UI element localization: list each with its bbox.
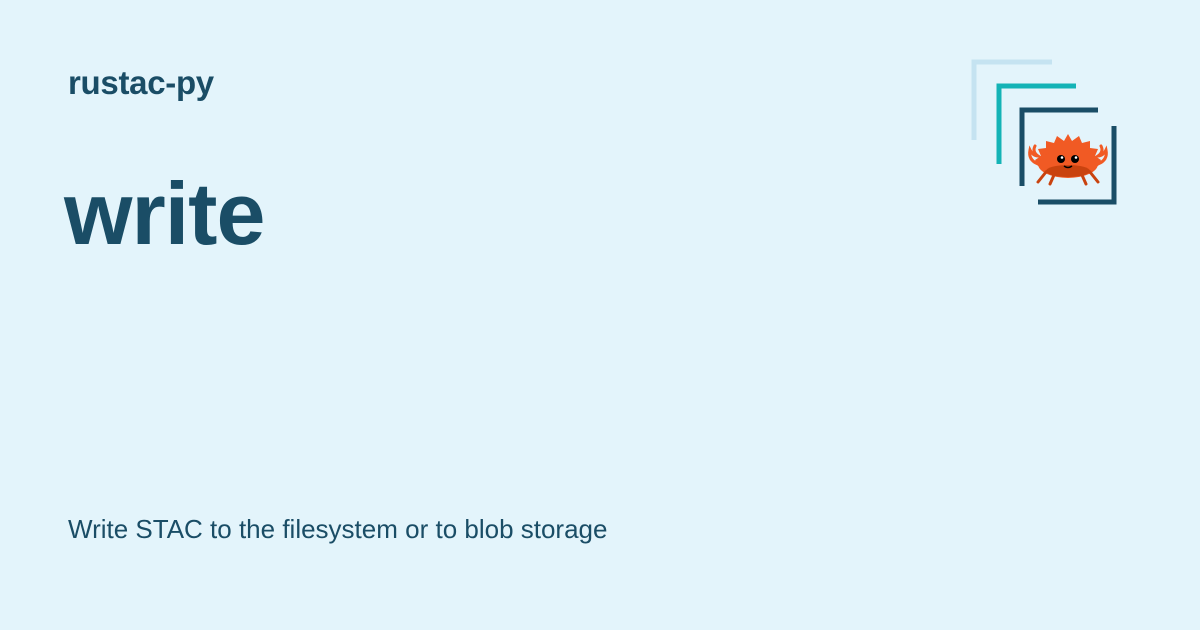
rustac-crab-logo-icon [971, 59, 1117, 205]
page-title: write [64, 164, 265, 263]
crab-icon [1028, 134, 1108, 186]
page-description: Write STAC to the filesystem or to blob … [68, 514, 608, 544]
site-name: rustac-py [68, 64, 214, 101]
logo-frame-back [971, 59, 1052, 140]
